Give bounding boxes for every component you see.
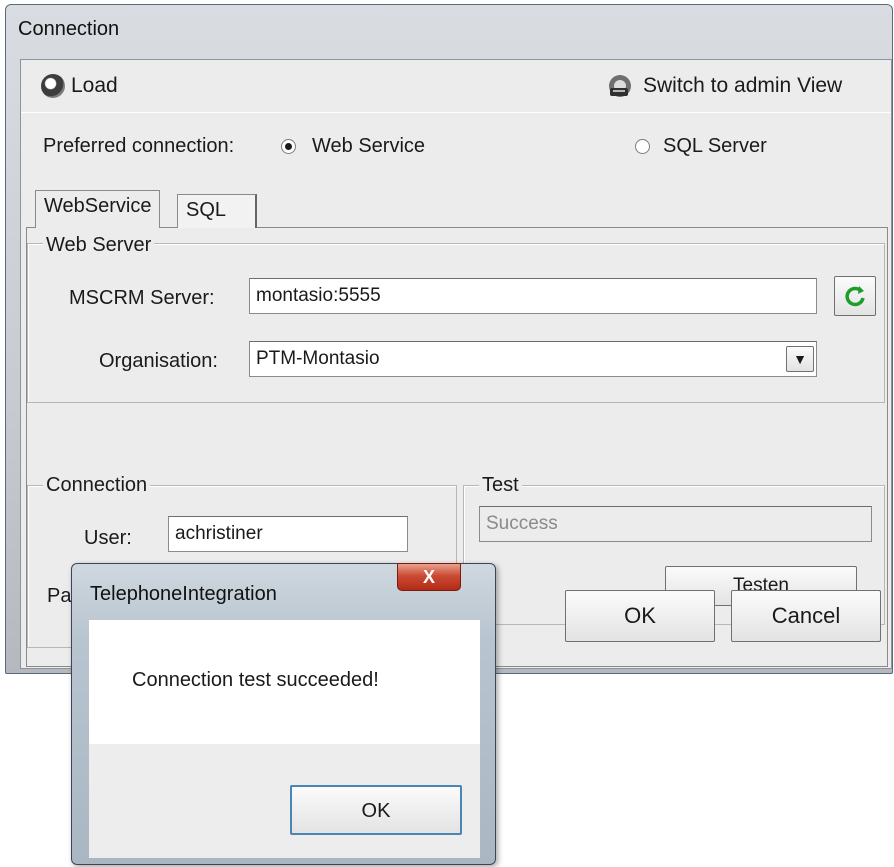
preferred-connection-label: Preferred connection:	[43, 135, 235, 157]
chevron-down-icon: ▼	[793, 351, 807, 367]
organisation-dropdown-button[interactable]: ▼	[786, 346, 814, 372]
close-icon: X	[422, 567, 435, 587]
mscrm-server-label: MSCRM Server:	[69, 287, 215, 309]
dialog-ok-button[interactable]: OK	[290, 785, 462, 835]
dialog-title: TelephoneIntegration	[90, 583, 277, 605]
cancel-button[interactable]: Cancel	[731, 590, 881, 642]
tab-webservice[interactable]: WebService	[35, 190, 161, 228]
dialog-footer: OK	[89, 744, 480, 858]
load-label: Load	[71, 74, 118, 97]
test-result-field: Success	[479, 506, 872, 542]
refresh-icon	[843, 284, 867, 308]
radio-selected-dot	[285, 143, 292, 150]
test-legend: Test	[479, 473, 522, 497]
switch-admin-view-label: Switch to admin View	[643, 74, 843, 97]
web-server-group	[27, 243, 885, 403]
tab-sql[interactable]: SQL	[177, 194, 257, 228]
user-input[interactable]: achristiner	[168, 516, 408, 552]
mscrm-server-input[interactable]: montasio:5555	[249, 278, 817, 314]
radio-sql-server-label: SQL Server	[663, 135, 767, 157]
refresh-button[interactable]	[834, 276, 876, 316]
window-title: Connection	[18, 18, 120, 40]
switch-admin-view-button[interactable]: Switch to admin View	[606, 70, 886, 102]
radio-sql-server-circle[interactable]	[635, 139, 650, 154]
radio-web-service[interactable]: Web Service	[281, 134, 461, 160]
ok-button[interactable]: OK	[565, 590, 715, 642]
connection-legend: Connection	[43, 473, 151, 497]
user-label: User:	[84, 527, 132, 549]
gear-icon	[41, 74, 65, 98]
dialog-message: Connection test succeeded!	[132, 669, 379, 691]
message-dialog: TelephoneIntegration X Connection test s…	[71, 563, 496, 865]
toolbar-separator	[21, 112, 891, 113]
dialog-content: Connection test succeeded!	[89, 620, 480, 744]
radio-sql-server[interactable]: SQL Server	[635, 134, 815, 160]
organisation-label: Organisation:	[99, 350, 218, 372]
dialog-close-button[interactable]: X	[397, 563, 461, 591]
radio-web-service-circle[interactable]	[281, 139, 296, 154]
admin-switch-icon	[606, 73, 636, 99]
radio-web-service-label: Web Service	[312, 135, 426, 157]
organisation-value: PTM-Montasio	[256, 348, 380, 369]
web-server-legend: Web Server	[43, 233, 155, 257]
organisation-select[interactable]: PTM-Montasio ▼	[249, 341, 817, 377]
